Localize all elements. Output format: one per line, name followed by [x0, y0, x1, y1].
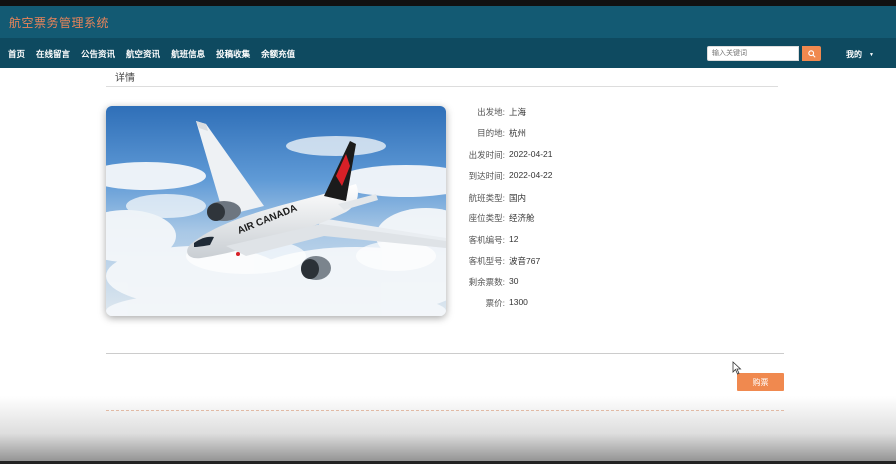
- detail-value: 杭州: [509, 127, 526, 139]
- detail-destination: 目的地: 杭州: [448, 127, 648, 141]
- buy-ticket-button[interactable]: 购票: [737, 373, 784, 391]
- detail-value: 30: [509, 276, 518, 286]
- nav-items: 首页 在线留言 公告资讯 航空资讯 航班信息 投稿收集 余额充值: [8, 48, 306, 60]
- user-menu[interactable]: 我的 ▼: [846, 49, 874, 60]
- detail-value: 上海: [509, 106, 526, 118]
- detail-value: 2022-04-22: [509, 170, 552, 180]
- site-header: 航空票务管理系统: [0, 6, 896, 38]
- nav-item-flights[interactable]: 航班信息: [171, 48, 205, 60]
- detail-flight-type: 航班类型: 国内: [448, 192, 648, 206]
- detail-label: 客机型号:: [469, 255, 505, 267]
- section-divider: [106, 86, 778, 87]
- nav-item-messages[interactable]: 在线留言: [36, 48, 70, 60]
- caret-down-icon: ▼: [869, 52, 874, 58]
- detail-label: 客机编号:: [469, 234, 505, 246]
- detail-price: 票价: 1300: [448, 297, 648, 311]
- detail-aircraft-model: 客机型号: 波音767: [448, 255, 648, 269]
- mouse-cursor-icon: [732, 361, 742, 375]
- detail-aircraft-number: 客机编号: 12: [448, 234, 648, 248]
- nav-item-home[interactable]: 首页: [8, 48, 25, 60]
- dashed-divider: [106, 410, 784, 411]
- detail-seat-type: 座位类型: 经济舱: [448, 212, 648, 226]
- detail-label: 航班类型:: [469, 192, 505, 204]
- detail-departure: 出发地: 上海: [448, 106, 648, 120]
- nav-item-recharge[interactable]: 余额充值: [261, 48, 295, 60]
- detail-label: 剩余票数:: [469, 276, 505, 288]
- user-menu-label: 我的: [846, 50, 862, 59]
- detail-departure-time: 出发时间: 2022-04-21: [448, 149, 648, 163]
- detail-label: 座位类型:: [469, 212, 505, 224]
- airplane-image: AIR CANADA: [106, 106, 446, 316]
- detail-value: 国内: [509, 192, 526, 204]
- detail-label: 票价:: [486, 297, 505, 309]
- search-input[interactable]: [707, 46, 799, 61]
- detail-arrival-time: 到达时间: 2022-04-22: [448, 170, 648, 184]
- detail-value: 经济舱: [509, 212, 535, 224]
- section-title: 详情: [115, 69, 135, 84]
- nav-item-submissions[interactable]: 投稿收集: [216, 48, 250, 60]
- search-button[interactable]: [802, 46, 821, 61]
- detail-label: 出发地:: [477, 106, 505, 118]
- site-title: 航空票务管理系统: [9, 14, 109, 31]
- flight-photo: AIR CANADA: [106, 106, 446, 316]
- detail-label: 到达时间:: [469, 170, 505, 182]
- detail-value: 12: [509, 234, 518, 244]
- bottom-shadow: [0, 396, 896, 464]
- detail-value: 1300: [509, 297, 528, 307]
- search-box: [707, 46, 821, 61]
- detail-value: 波音767: [509, 255, 540, 267]
- nav-item-announcements[interactable]: 公告资讯: [81, 48, 115, 60]
- detail-label: 目的地:: [477, 127, 505, 139]
- detail-value: 2022-04-21: [509, 149, 552, 159]
- nav-item-aviation-news[interactable]: 航空资讯: [126, 48, 160, 60]
- search-icon: [808, 50, 816, 58]
- detail-remaining-tickets: 剩余票数: 30: [448, 276, 648, 290]
- content-divider: [106, 353, 784, 354]
- detail-label: 出发时间:: [469, 149, 505, 161]
